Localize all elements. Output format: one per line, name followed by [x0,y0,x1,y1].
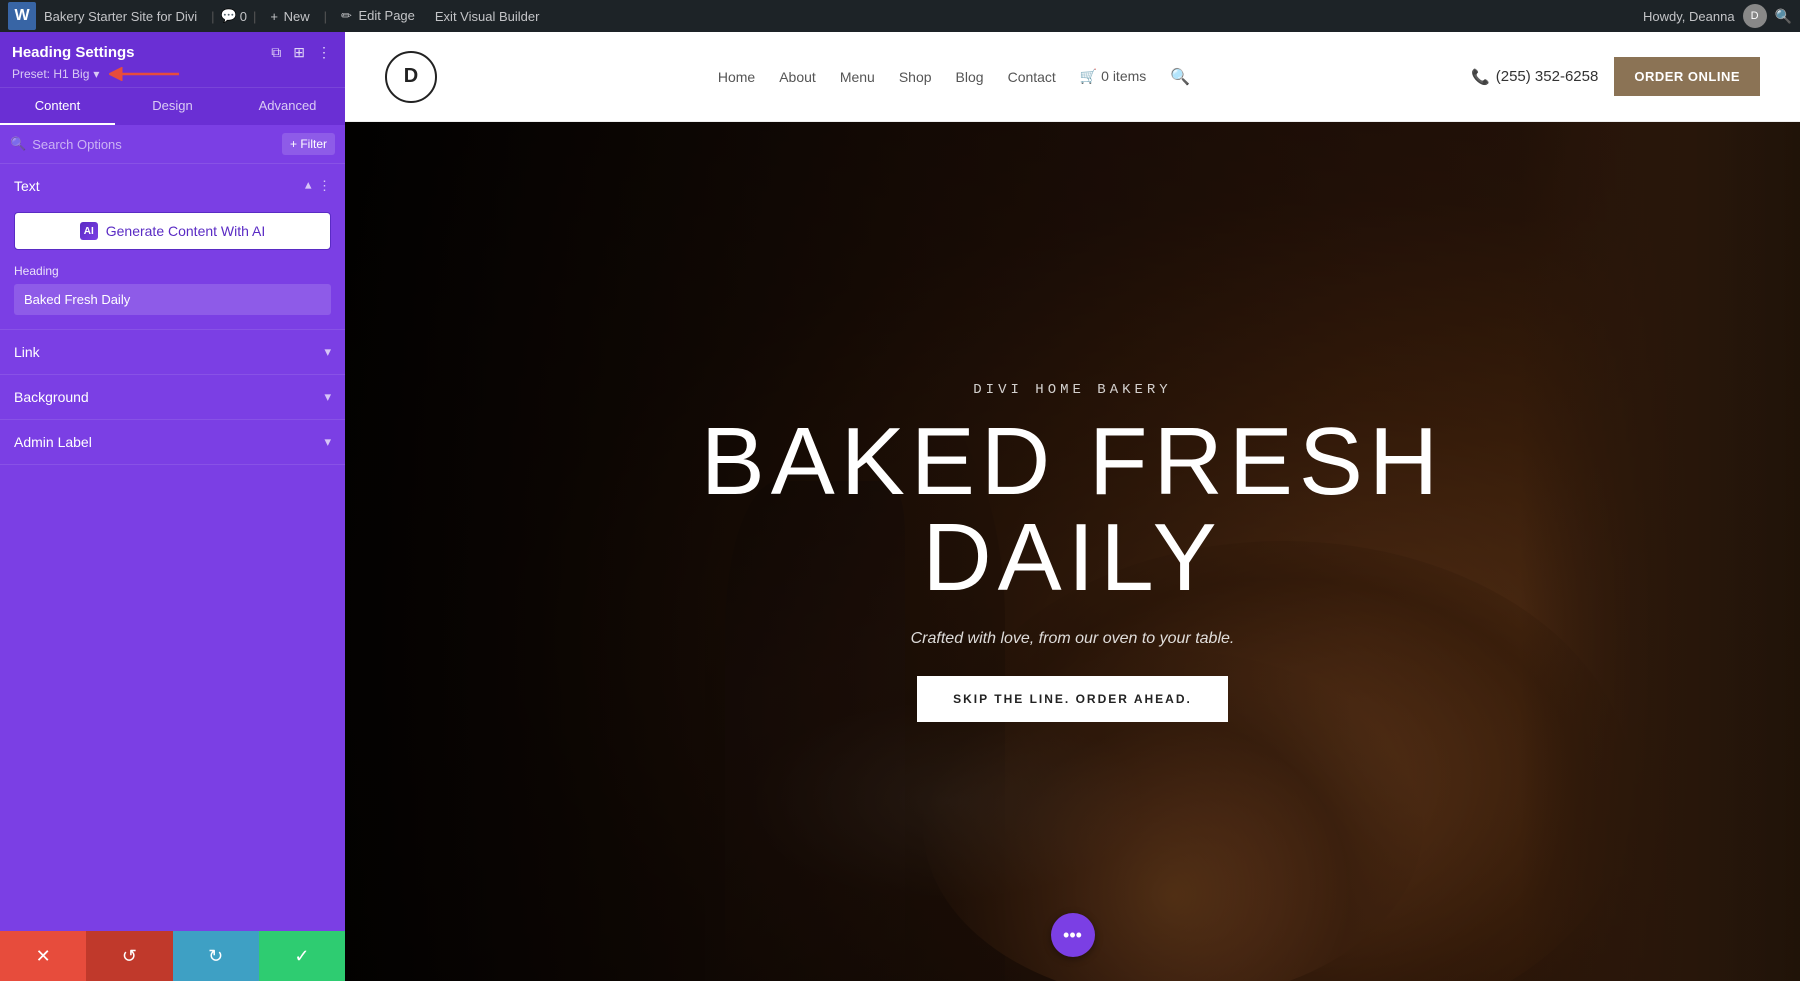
wordpress-icon[interactable]: W [8,2,36,30]
text-section-content: AI Generate Content With AI Heading [0,208,345,329]
dots-menu-icon[interactable]: ⋮ [315,42,333,63]
nav-blog[interactable]: Blog [956,69,984,85]
preset-arrow [109,67,179,81]
floating-dots-icon: ••• [1063,925,1082,946]
panel-tabs: Content Design Advanced [0,87,345,125]
site-name: Bakery Starter Site for Divi [44,9,197,24]
columns-icon[interactable]: ⊞ [291,42,307,63]
phone-number: 📞 (255) 352-6258 [1471,68,1598,86]
filter-button[interactable]: + Filter [282,133,335,155]
search-options-placeholder: Search Options [32,137,122,152]
nav-cart[interactable]: 🛒 0 items [1080,68,1146,85]
link-section-header[interactable]: Link ▾ [0,330,345,374]
link-section: Link ▾ [0,330,345,375]
new-button[interactable]: + New [262,9,317,24]
background-section-chevron: ▾ [324,389,331,405]
bottom-bar: ✕ ↺ ↻ ✓ [0,931,345,981]
tab-design[interactable]: Design [115,88,230,125]
text-section-dots[interactable]: ⋮ [318,178,331,194]
ai-icon: AI [80,222,98,240]
order-online-button[interactable]: ORDER ONLINE [1614,57,1760,96]
admin-bar: W Bakery Starter Site for Divi | 💬 0 | +… [0,0,1800,32]
howdy-label: Howdy, Deanna [1643,9,1735,24]
redo-button[interactable]: ↻ [173,931,259,981]
link-section-chevron: ▾ [324,344,331,360]
left-panel: Heading Settings ⧉ ⊞ ⋮ Preset: H1 Big ▾ [0,32,345,981]
site-logo: D [385,51,437,103]
confirm-button[interactable]: ✓ [259,931,345,981]
panel-title: Heading Settings [12,44,135,61]
panel-content: Text ▾ ⋮ AI Generate Content With AI Hea… [0,164,345,931]
nav-contact[interactable]: Contact [1008,69,1056,85]
heading-input[interactable] [14,284,331,315]
nav-shop[interactable]: Shop [899,69,932,85]
nav-menu[interactable]: Menu [840,69,875,85]
panel-header: Heading Settings ⧉ ⊞ ⋮ Preset: H1 Big ▾ [0,32,345,87]
website-preview: D Home About Menu Shop Blog Contact 🛒 0 … [345,32,1800,981]
user-avatar: D [1743,4,1767,28]
text-section: Text ▾ ⋮ AI Generate Content With AI Hea… [0,164,345,330]
hero-subtitle: DIVI HOME BAKERY [701,382,1444,398]
search-icon: 🔍 [10,136,26,152]
background-section-header[interactable]: Background ▾ [0,375,345,419]
floating-menu-button[interactable]: ••• [1051,913,1095,957]
hero-cta-button[interactable]: SKIP THE LINE. ORDER AHEAD. [917,676,1228,722]
hero-title: BAKED FRESHDAILY [701,414,1444,606]
background-section: Background ▾ [0,375,345,420]
text-section-header[interactable]: Text ▾ ⋮ [0,164,345,208]
text-section-chevron: ▾ [305,178,312,194]
main-area: Heading Settings ⧉ ⊞ ⋮ Preset: H1 Big ▾ [0,32,1800,981]
hero-content: DIVI HOME BAKERY BAKED FRESHDAILY Crafte… [681,362,1464,742]
admin-search-icon[interactable]: 🔍 [1775,8,1792,25]
ai-generate-button[interactable]: AI Generate Content With AI [14,212,331,250]
nav-links: Home About Menu Shop Blog Contact 🛒 0 it… [718,67,1190,87]
copy-icon[interactable]: ⧉ [269,42,283,63]
admin-label-section-chevron: ▾ [324,434,331,450]
background-section-title: Background [14,389,89,405]
tab-content[interactable]: Content [0,88,115,125]
tab-advanced[interactable]: Advanced [230,88,345,125]
admin-label-section: Admin Label ▾ [0,420,345,465]
cancel-button[interactable]: ✕ [0,931,86,981]
site-search-icon[interactable]: 🔍 [1170,67,1190,87]
admin-label-section-header[interactable]: Admin Label ▾ [0,420,345,464]
nav-about[interactable]: About [779,69,816,85]
edit-page-button[interactable]: ✏ Edit Page [333,8,423,24]
preset-label[interactable]: Preset: H1 Big ▾ [12,67,333,81]
site-nav: D Home About Menu Shop Blog Contact 🛒 0 … [345,32,1800,122]
hero-description: Crafted with love, from our oven to your… [701,630,1444,648]
link-section-title: Link [14,344,40,360]
hero-section: DIVI HOME BAKERY BAKED FRESHDAILY Crafte… [345,122,1800,981]
heading-field-label: Heading [14,264,331,278]
phone-icon: 📞 [1471,68,1490,86]
admin-label-section-title: Admin Label [14,434,92,450]
nav-home[interactable]: Home [718,69,755,85]
search-options-bar: 🔍 Search Options + Filter [0,125,345,164]
undo-button[interactable]: ↺ [86,931,172,981]
exit-visual-builder-button[interactable]: Exit Visual Builder [427,9,548,24]
text-section-title: Text [14,178,40,194]
comment-count[interactable]: 💬 0 [221,8,247,24]
